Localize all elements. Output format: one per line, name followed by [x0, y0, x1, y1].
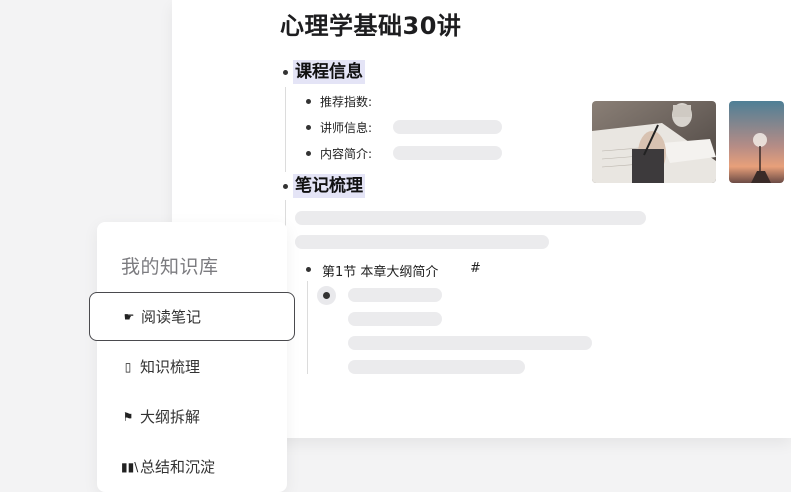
lecturer-info-placeholder — [393, 120, 502, 134]
writing-notes-image — [592, 101, 716, 183]
flag-icon: ⚑ — [122, 409, 134, 424]
list-bullet — [306, 267, 311, 272]
chapter-guide-line — [307, 281, 308, 374]
page-icon: ▯ — [124, 359, 132, 374]
document-title: 心理学基础30讲 — [280, 12, 462, 40]
menu-item-knowledge-organize[interactable]: ▯ 知识梳理 — [89, 342, 295, 391]
menu-item-reading-notes[interactable]: ☛ 阅读笔记 — [89, 292, 295, 341]
menu-item-label: 知识梳理 — [140, 358, 201, 376]
content-intro-label: 内容简介: — [320, 147, 373, 161]
section-title-note-organize[interactable]: 笔记梳理 — [293, 174, 365, 198]
text-placeholder-line — [295, 211, 646, 225]
lecturer-info-label: 讲师信息: — [320, 121, 373, 135]
menu-item-outline-breakdown[interactable]: ⚑ 大纲拆解 — [89, 392, 295, 441]
anchor-hash[interactable]: # — [470, 261, 481, 276]
knowledge-menu-title: 我的知识库 — [121, 256, 219, 278]
section-bullet[interactable] — [283, 70, 288, 75]
section-title-course-info[interactable]: 课程信息 — [293, 60, 365, 84]
dandelion-image — [729, 101, 784, 183]
content-intro-placeholder — [393, 146, 502, 160]
list-bullet — [306, 99, 311, 104]
chapter-title[interactable]: 第1节 本章大纲简介 — [322, 261, 438, 280]
dandelion-sunset-photo[interactable] — [729, 101, 784, 183]
list-bullet — [306, 125, 311, 130]
books-icon: ▮▮\ — [121, 459, 139, 474]
menu-item-label: 总结和沉淀 — [140, 458, 216, 476]
menu-item-label: 阅读笔记 — [141, 308, 202, 326]
text-placeholder-line — [348, 336, 592, 350]
text-placeholder-line — [348, 360, 525, 374]
text-placeholder-line — [348, 288, 442, 302]
list-bullet — [306, 151, 311, 156]
section-guide-line — [285, 87, 286, 172]
text-placeholder-line — [348, 312, 442, 326]
active-list-bullet[interactable] — [317, 286, 336, 305]
menu-item-summary[interactable]: ▮▮\ 总结和沉淀 — [89, 442, 295, 491]
pointing-hand-icon: ☛ — [123, 309, 135, 324]
menu-item-label: 大纲拆解 — [140, 408, 201, 426]
section-bullet[interactable] — [283, 184, 288, 189]
recommend-index-label: 推荐指数: — [320, 95, 373, 109]
text-placeholder-line — [295, 235, 549, 249]
writing-notes-photo[interactable] — [592, 101, 716, 183]
